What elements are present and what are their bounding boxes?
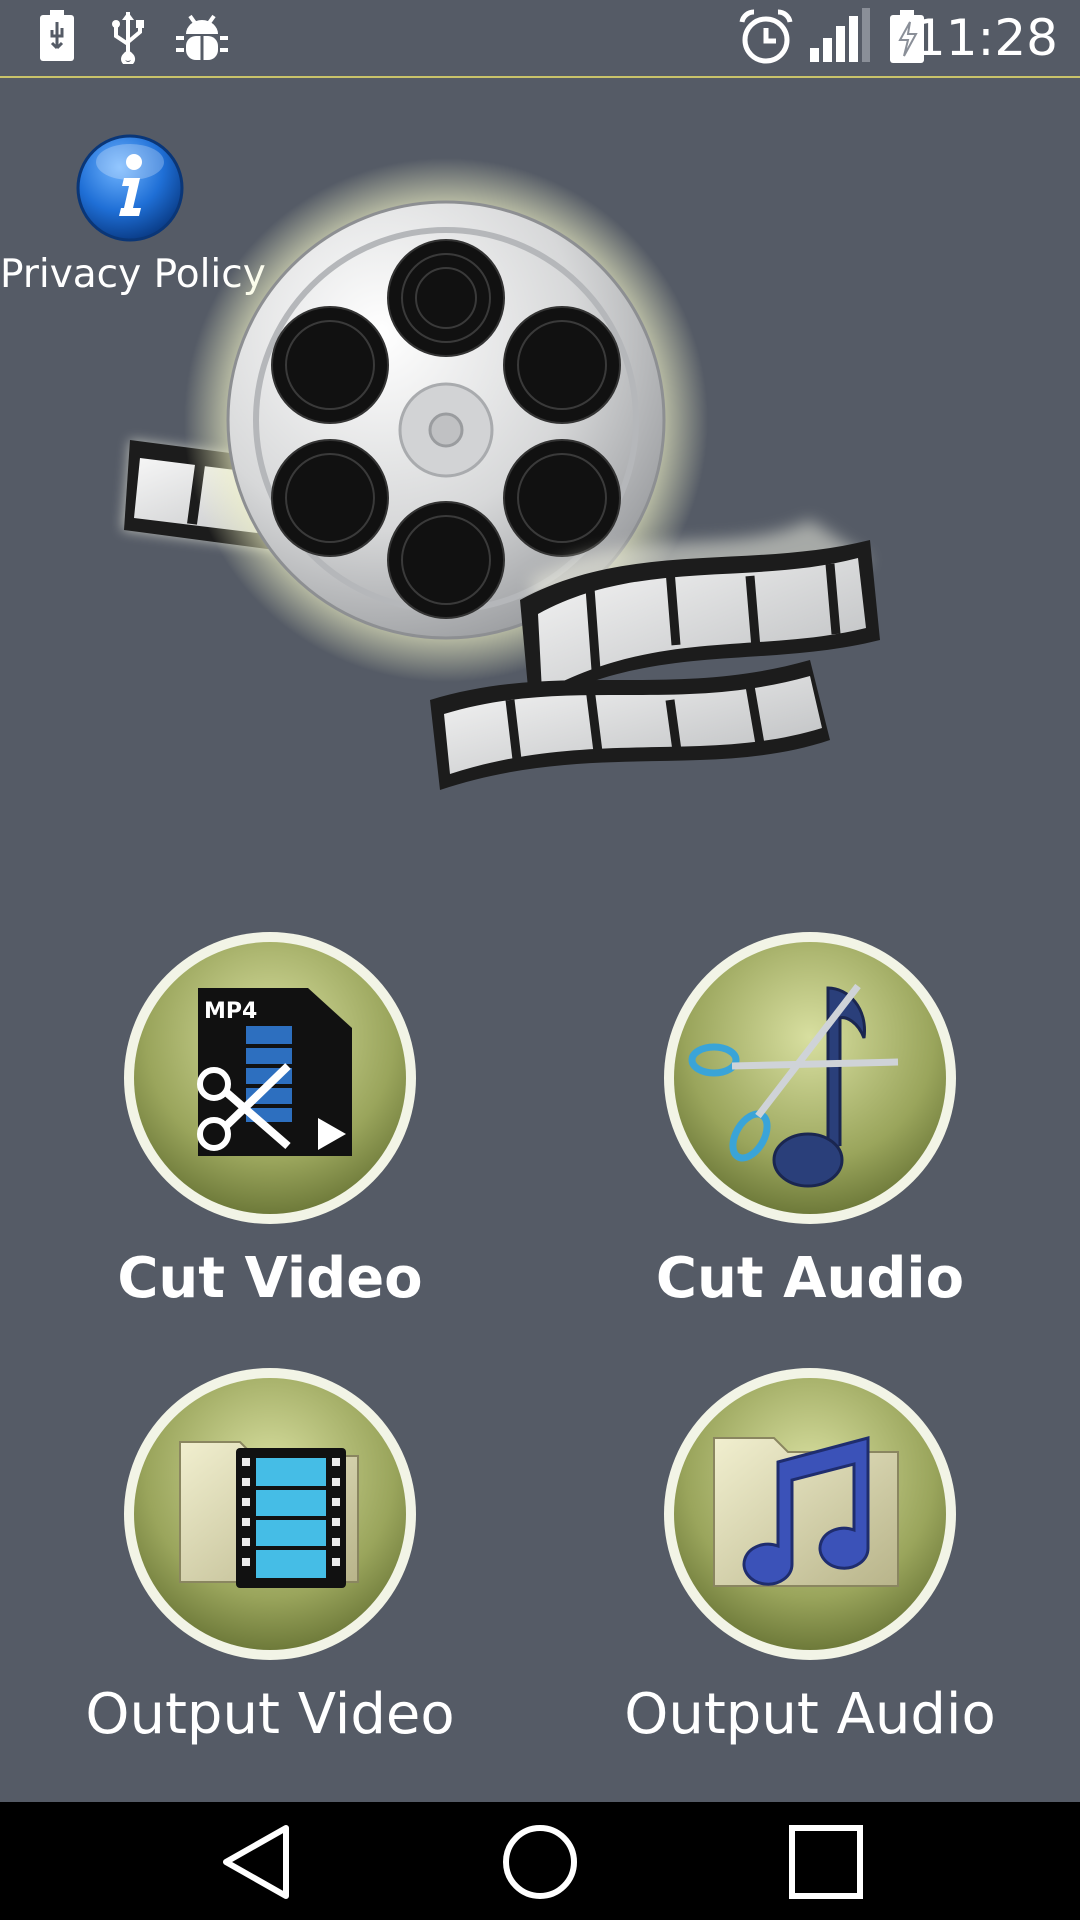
home-icon[interactable]	[500, 1822, 580, 1906]
recents-icon[interactable]	[786, 1822, 866, 1906]
output-video-button[interactable]: Output Video	[0, 1362, 540, 1782]
alarm-icon	[736, 8, 796, 70]
film-reel-icon	[110, 140, 970, 864]
output-video-label: Output Video	[85, 1682, 455, 1747]
back-icon[interactable]	[218, 1822, 294, 1906]
status-bar: 11:28	[0, 0, 1080, 78]
cut-audio-button[interactable]: Cut Audio	[540, 926, 1080, 1346]
android-debug-icon	[174, 8, 230, 68]
output-audio-folder-icon	[658, 1362, 962, 1670]
svg-text:MP4: MP4	[204, 999, 257, 1024]
cut-audio-label: Cut Audio	[655, 1246, 965, 1311]
signal-icon	[808, 8, 872, 68]
cut-video-button[interactable]: MP4 Cut Video	[0, 926, 540, 1346]
status-time: 11:28	[913, 9, 1058, 67]
navigation-bar	[0, 1802, 1080, 1920]
cut-video-label: Cut Video	[117, 1246, 423, 1311]
usb-icon	[108, 8, 148, 68]
cut-video-icon: MP4	[118, 926, 422, 1234]
output-audio-label: Output Audio	[624, 1682, 996, 1747]
battery-usb-icon	[38, 8, 76, 68]
output-video-folder-icon	[118, 1362, 422, 1670]
cut-audio-icon	[658, 926, 962, 1234]
output-audio-button[interactable]: Output Audio	[540, 1362, 1080, 1782]
